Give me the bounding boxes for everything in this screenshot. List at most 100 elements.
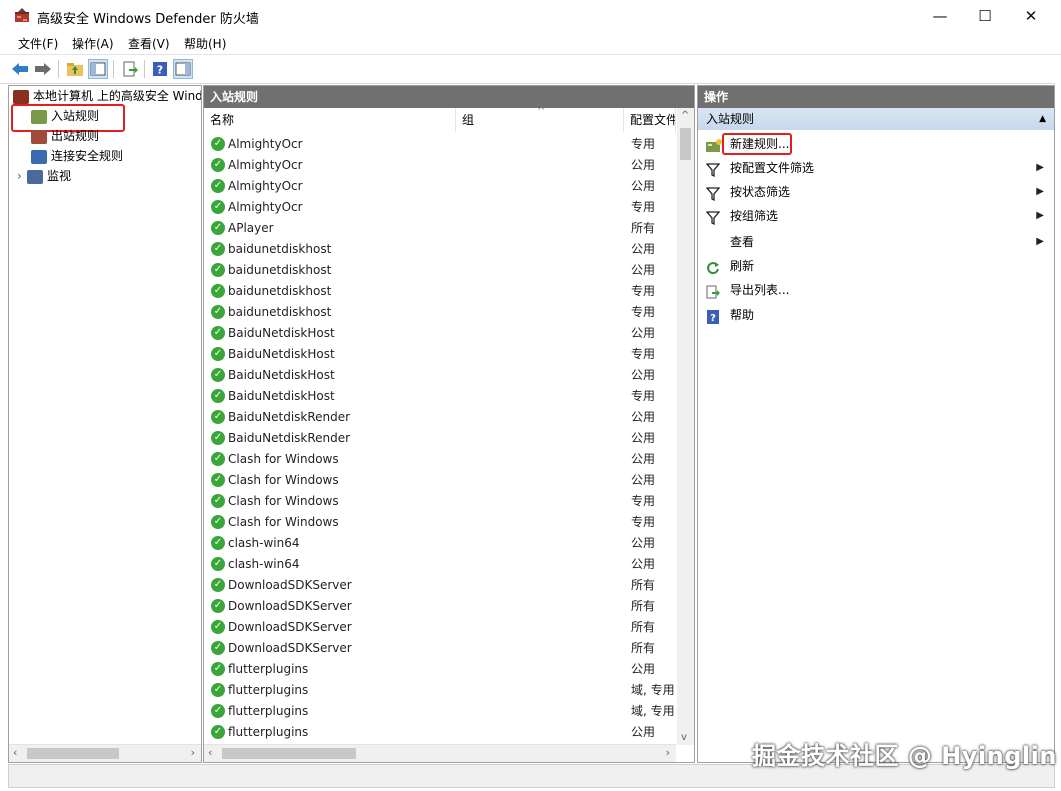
rule-name: BaiduNetdiskRender <box>228 410 351 424</box>
action-view[interactable]: 查看 ▶ <box>698 230 1054 254</box>
table-row[interactable]: ✓ flutterplugins 域, 专用 <box>204 701 676 722</box>
enabled-check-icon: ✓ <box>211 725 225 739</box>
enabled-check-icon: ✓ <box>211 452 225 466</box>
scroll-down-icon[interactable]: v <box>681 732 687 743</box>
scroll-thumb[interactable] <box>27 748 119 759</box>
action-filter-by-state[interactable]: 按状态筛选 ▶ <box>698 180 1054 204</box>
table-row[interactable]: ✓ baidunetdiskhost 专用 <box>204 281 676 302</box>
scroll-left-icon[interactable]: ‹ <box>208 746 212 759</box>
menu-action[interactable]: 操作(A) <box>72 35 114 52</box>
table-row[interactable]: ✓ Clash for Windows 专用 <box>204 512 676 533</box>
tree-item-monitoring[interactable]: › 监视 <box>17 166 71 186</box>
rules-vertical-scrollbar[interactable]: ^ v <box>677 108 694 745</box>
menu-help[interactable]: 帮助(H) <box>184 35 226 52</box>
help-toolbar-icon[interactable]: ? <box>150 59 170 79</box>
firewall-app-icon <box>15 8 29 22</box>
svg-text:?: ? <box>157 64 163 77</box>
rule-name: BaiduNetdiskRender <box>228 431 351 445</box>
rule-profile: 所有 <box>631 599 656 613</box>
tree-item-inbound-rules[interactable]: 入站规则 <box>31 106 99 126</box>
rule-profile: 专用 <box>631 389 656 403</box>
table-row[interactable]: ✓ AlmightyOcr 公用 <box>204 176 676 197</box>
table-row[interactable]: ✓ Clash for Windows 专用 <box>204 491 676 512</box>
table-row[interactable]: ✓ flutterplugins 域, 专用 <box>204 680 676 701</box>
table-row[interactable]: ✓ baidunetdiskhost 公用 <box>204 260 676 281</box>
tree-item-connection-security[interactable]: 连接安全规则 <box>31 146 123 166</box>
table-row[interactable]: ✓ BaiduNetdiskHost 专用 <box>204 386 676 407</box>
enabled-check-icon: ✓ <box>211 683 225 697</box>
enabled-check-icon: ✓ <box>211 410 225 424</box>
scroll-left-icon[interactable]: ‹ <box>13 746 17 759</box>
enabled-check-icon: ✓ <box>211 599 225 613</box>
toolbar: ? <box>0 54 1061 84</box>
action-label: 导出列表... <box>730 283 790 297</box>
actions-section-inbound-rules[interactable]: 入站规则 ▲ <box>698 108 1054 130</box>
table-row[interactable]: ✓ APlayer 所有 <box>204 218 676 239</box>
show-tree-icon[interactable] <box>88 59 108 79</box>
help-icon: ? <box>706 308 720 324</box>
table-row[interactable]: ✓ DownloadSDKServer 所有 <box>204 617 676 638</box>
tree-item-outbound-rules[interactable]: 出站规则 <box>31 126 99 146</box>
enabled-check-icon: ✓ <box>211 242 225 256</box>
rule-profile: 公用 <box>631 242 656 256</box>
show-action-pane-icon[interactable] <box>173 59 193 79</box>
table-row[interactable]: ✓ DownloadSDKServer 所有 <box>204 575 676 596</box>
rules-horizontal-scrollbar[interactable]: ‹ › <box>204 744 676 762</box>
scroll-right-icon[interactable]: › <box>191 746 195 759</box>
action-refresh[interactable]: 刷新 <box>698 254 1054 278</box>
table-row[interactable]: ✓ flutterplugins 公用 <box>204 722 676 742</box>
table-row[interactable]: ✓ DownloadSDKServer 所有 <box>204 596 676 617</box>
action-help[interactable]: ? 帮助 <box>698 303 1054 327</box>
action-label: 刷新 <box>730 259 755 273</box>
table-row[interactable]: ✓ Clash for Windows 公用 <box>204 449 676 470</box>
rule-name: BaiduNetdiskHost <box>228 347 335 361</box>
enabled-check-icon: ✓ <box>211 620 225 634</box>
refresh-icon <box>706 259 720 275</box>
table-row[interactable]: ✓ baidunetdiskhost 公用 <box>204 239 676 260</box>
connection-security-icon <box>31 149 47 164</box>
outbound-rules-icon <box>31 129 47 144</box>
rule-name: baidunetdiskhost <box>228 284 332 298</box>
table-row[interactable]: ✓ baidunetdiskhost 专用 <box>204 302 676 323</box>
scroll-up-icon[interactable]: ^ <box>681 110 689 121</box>
tree-root[interactable]: 本地计算机 上的高级安全 Windows Defender 防火墙 <box>13 86 201 106</box>
table-row[interactable]: ✓ clash-win64 公用 <box>204 554 676 575</box>
scroll-thumb[interactable] <box>222 748 356 759</box>
scroll-right-icon[interactable]: › <box>666 746 670 759</box>
minimize-button[interactable]: — <box>917 0 963 32</box>
export-toolbar-icon[interactable] <box>120 59 140 79</box>
table-row[interactable]: ✓ Clash for Windows 公用 <box>204 470 676 491</box>
table-row[interactable]: ✓ AlmightyOcr 专用 <box>204 197 676 218</box>
back-icon[interactable] <box>10 59 30 79</box>
table-row[interactable]: ✓ BaiduNetdiskHost 公用 <box>204 323 676 344</box>
table-row[interactable]: ✓ AlmightyOcr 公用 <box>204 155 676 176</box>
tree-horizontal-scrollbar[interactable]: ‹ › <box>9 744 201 762</box>
action-export-list[interactable]: 导出列表... <box>698 278 1054 302</box>
table-row[interactable]: ✓ BaiduNetdiskHost 专用 <box>204 344 676 365</box>
table-row[interactable]: ✓ BaiduNetdiskRender 公用 <box>204 407 676 428</box>
enabled-check-icon: ✓ <box>211 179 225 193</box>
firewall-icon <box>13 89 29 104</box>
collapse-up-icon[interactable]: ▲ <box>1039 108 1046 130</box>
up-folder-icon[interactable] <box>65 59 85 79</box>
rules-table-body: ✓ AlmightyOcr 专用 ✓ AlmightyOcr 公用 ✓ AlmightyOcr… <box>204 134 676 742</box>
menu-view[interactable]: 查看(V) <box>128 35 170 52</box>
column-header-profile[interactable]: 配置文件 <box>624 108 676 132</box>
column-header-name[interactable]: 名称 <box>204 108 456 132</box>
expand-chevron-icon[interactable]: › <box>17 166 27 186</box>
table-row[interactable]: ✓ BaiduNetdiskRender 公用 <box>204 428 676 449</box>
menu-file[interactable]: 文件(F) <box>18 35 58 52</box>
enabled-check-icon: ✓ <box>211 284 225 298</box>
table-row[interactable]: ✓ flutterplugins 公用 <box>204 659 676 680</box>
table-row[interactable]: ✓ DownloadSDKServer 所有 <box>204 638 676 659</box>
table-row[interactable]: ✓ BaiduNetdiskHost 公用 <box>204 365 676 386</box>
vertical-scroll-thumb[interactable] <box>680 128 691 160</box>
maximize-button[interactable]: ☐ <box>962 0 1008 32</box>
forward-icon[interactable] <box>33 59 53 79</box>
action-filter-by-profile[interactable]: 按配置文件筛选 ▶ <box>698 156 1054 180</box>
table-row[interactable]: ✓ clash-win64 公用 <box>204 533 676 554</box>
close-button[interactable]: ✕ <box>1008 0 1054 32</box>
table-row[interactable]: ✓ AlmightyOcr 专用 <box>204 134 676 155</box>
action-filter-by-group[interactable]: 按组筛选 ▶ <box>698 204 1054 228</box>
submenu-arrow-icon: ▶ <box>1036 236 1044 247</box>
